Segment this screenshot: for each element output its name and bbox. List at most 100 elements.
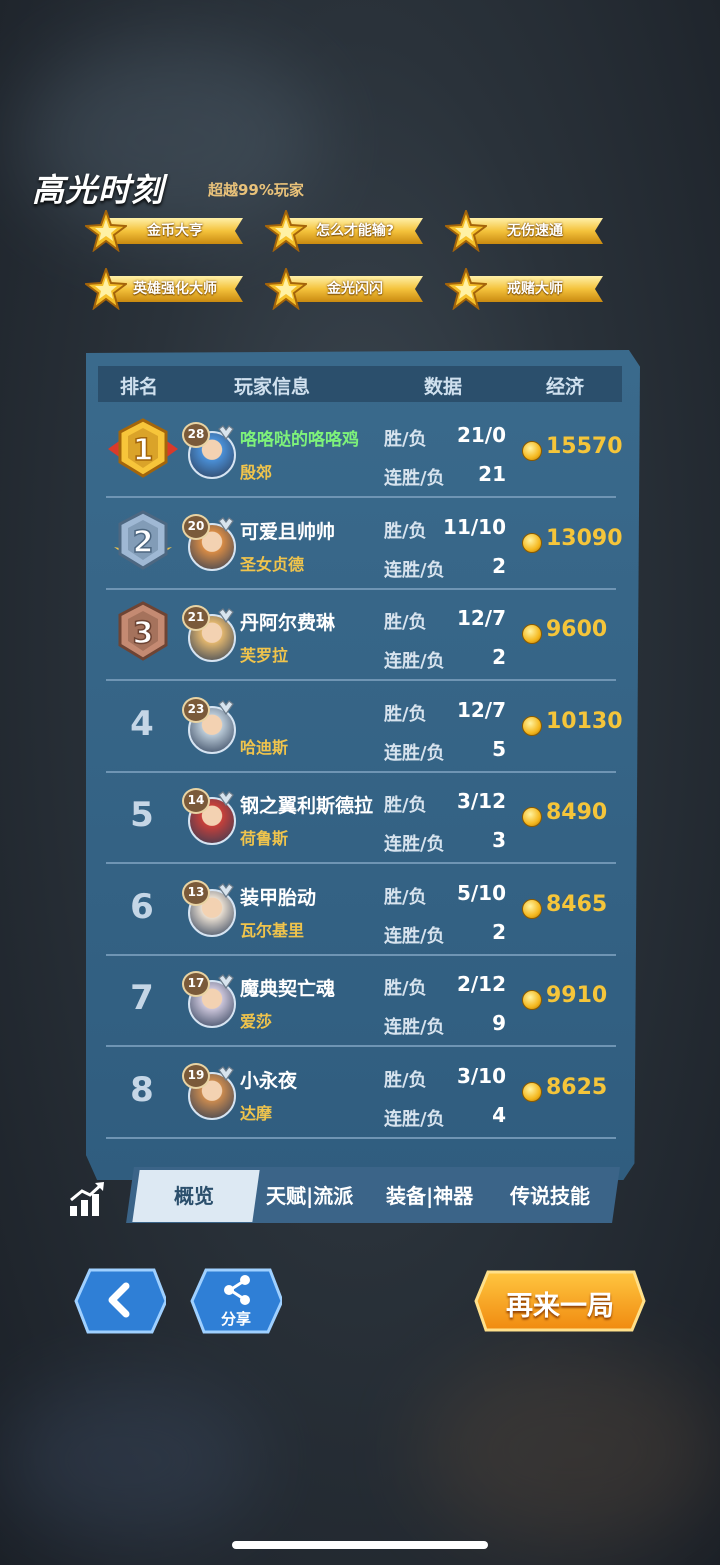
- player-level: 28: [182, 422, 210, 448]
- share-icon: [224, 1275, 250, 1305]
- rank-tier-icon: [218, 516, 234, 532]
- badge-label: 怎么才能输?: [315, 223, 395, 239]
- tab-equipment-artifact[interactable]: 装备|神器: [386, 1180, 473, 1209]
- streak-value: 3: [492, 828, 506, 852]
- streak-label: 连胜/负: [384, 1108, 445, 1130]
- table-row[interactable]: 7 17 魔典契亡魂 爱莎 胜/负 2/12 连胜/负 9 9910: [106, 954, 616, 1047]
- win-loss-label: 胜/负: [384, 612, 427, 633]
- streak-label: 连胜/负: [384, 1017, 445, 1038]
- share-label: 分享: [220, 1310, 251, 1328]
- player-name: 咯咯哒的咯咯鸡: [240, 430, 359, 450]
- rank-medal-icon: 1: [108, 418, 178, 478]
- gold-value: 8625: [546, 1074, 608, 1100]
- highlight-header: 高光时刻 超越99%玩家: [32, 165, 304, 211]
- table-row[interactable]: 4 23 哈迪斯 胜/负 12/7 连胜/负 5 10130: [106, 680, 623, 773]
- gold-value: 9600: [546, 617, 608, 642]
- gold-coin-icon: [522, 1081, 542, 1102]
- table-row[interactable]: 2 20 可爱且帅帅 圣女贞德 胜/负 11/10 连胜/负 2 13090: [106, 497, 623, 590]
- gold-value: 10130: [546, 708, 623, 734]
- header-player-info: 玩家信息: [234, 376, 311, 398]
- highlight-title: 高光时刻: [32, 171, 165, 209]
- win-loss-value: 2/12: [456, 972, 506, 996]
- hero-name: 瓦尔基里: [240, 920, 305, 940]
- player-name: 装甲胎动: [240, 886, 317, 909]
- gold-coin-icon: [522, 807, 542, 827]
- win-loss-label: 胜/负: [384, 886, 427, 908]
- tab-overview[interactable]: 概览: [174, 1180, 214, 1209]
- home-indicator[interactable]: [232, 1541, 488, 1549]
- table-row[interactable]: 8 19 小永夜 达摩 胜/负 3/10 连胜/负 4 8625: [106, 1046, 616, 1139]
- badge-label: 金币大亨: [147, 223, 203, 239]
- rank-medal-number: 2: [133, 525, 154, 560]
- gold-value: 13090: [546, 525, 623, 551]
- table-header: 排名 玩家信息 数据 经济: [98, 366, 622, 402]
- rank-number: 5: [130, 795, 154, 835]
- player-name: 丹阿尔费琳: [240, 612, 336, 634]
- achievement-badge[interactable]: 金光闪闪: [265, 268, 425, 310]
- hero-name: 圣女贞德: [240, 554, 305, 574]
- streak-label: 连胜/负: [384, 468, 445, 489]
- table-row[interactable]: 5 14 钢之翼利斯德拉 荷鲁斯 胜/负 3/12 连胜/负 3 8490: [106, 771, 616, 864]
- background-blur: [420, 1350, 720, 1550]
- streak-label: 连胜/负: [384, 925, 445, 947]
- highlight-subtitle: 超越99%玩家: [208, 181, 304, 199]
- streak-label: 连胜/负: [384, 651, 445, 672]
- rank-tier-icon: [218, 882, 234, 898]
- gold-value: 8490: [546, 800, 608, 825]
- table-row[interactable]: 6 13 装甲胎动 瓦尔基里 胜/负 5/10 连胜/负 2 8465: [106, 863, 616, 956]
- player-level: 14: [182, 788, 210, 814]
- tab-talent-school[interactable]: 天赋|流派: [266, 1180, 353, 1209]
- play-again-button[interactable]: 再来一局: [474, 1270, 646, 1332]
- player-level: 20: [182, 513, 210, 540]
- achievement-badge[interactable]: 怎么才能输?: [265, 210, 425, 252]
- rank-tier-icon: [218, 699, 234, 715]
- rank-number: 7: [130, 978, 154, 1018]
- gold-coin-icon: [522, 990, 542, 1010]
- player-name: 魔典契亡魂: [240, 978, 336, 1000]
- player-level: 23: [182, 696, 210, 723]
- gold-coin-icon: [522, 715, 542, 736]
- gold-value: 15570: [546, 434, 623, 459]
- hero-name: 爱莎: [240, 1012, 273, 1031]
- streak-label: 连胜/负: [384, 559, 445, 581]
- table-row[interactable]: 3 21 丹阿尔费琳 芙罗拉 胜/负 12/7 连胜/负 2 9600: [106, 588, 616, 681]
- achievement-badge[interactable]: 金币大亨: [85, 210, 245, 252]
- play-again-label: 再来一局: [506, 1291, 614, 1322]
- win-loss-value: 3/10: [456, 1063, 506, 1088]
- rank-tier-icon: [218, 791, 234, 807]
- win-loss-label: 胜/负: [384, 978, 427, 999]
- player-name: 钢之翼利斯德拉: [240, 795, 374, 817]
- table-row[interactable]: 1 28 咯咯哒的咯咯鸡 殷郊 胜/负 21/0 连胜/负 21 15570: [106, 405, 623, 498]
- achievement-badge[interactable]: 英雄强化大师: [85, 268, 245, 310]
- rank-number: 4: [130, 703, 154, 744]
- tab-legend-skills[interactable]: 传说技能: [510, 1180, 590, 1209]
- streak-value: 4: [492, 1102, 506, 1127]
- hero-name: 殷郊: [240, 463, 273, 482]
- background-blur: [0, 1380, 260, 1540]
- rank-tier-icon: [218, 1065, 234, 1081]
- achievement-badge[interactable]: 无伤速通: [445, 210, 605, 252]
- win-loss-label: 胜/负: [384, 429, 427, 450]
- hero-name: 哈迪斯: [240, 737, 289, 757]
- achievement-badge[interactable]: 戒赌大师: [445, 268, 605, 310]
- player-level: 21: [182, 605, 210, 631]
- streak-value: 9: [492, 1011, 506, 1035]
- gold-coin-icon: [522, 441, 542, 461]
- share-button[interactable]: 分享: [190, 1268, 284, 1334]
- win-loss-label: 胜/负: [384, 1069, 427, 1091]
- streak-value: 2: [492, 553, 506, 578]
- gold-value: 9910: [546, 983, 608, 1008]
- header-economy: 经济: [546, 376, 585, 398]
- win-loss-label: 胜/负: [384, 520, 427, 542]
- back-button[interactable]: [74, 1268, 168, 1334]
- player-name: 可爱且帅帅: [240, 520, 336, 543]
- win-loss-value: 12/7: [456, 606, 506, 630]
- player-name: 小永夜: [240, 1069, 298, 1092]
- trend-chart-icon[interactable]: [68, 1180, 106, 1218]
- player-level: 19: [182, 1062, 210, 1089]
- rank-tier-icon: [218, 974, 234, 990]
- chevron-left-icon: [108, 1282, 130, 1318]
- streak-value: 2: [492, 919, 506, 944]
- rank-medal-icon: 2: [114, 509, 172, 570]
- rank-medal-number: 3: [133, 616, 154, 651]
